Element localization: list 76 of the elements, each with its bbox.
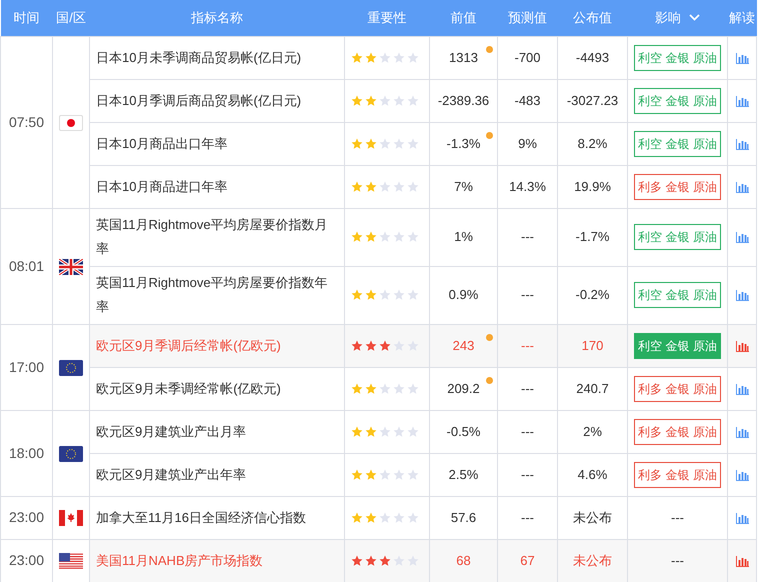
- column-header: 时间: [14, 10, 40, 25]
- column-header: 解读: [729, 10, 755, 25]
- bar-chart-icon[interactable]: [736, 290, 748, 302]
- actual-value: 未公布: [573, 552, 612, 568]
- previous-value: 243: [452, 338, 474, 353]
- column-header: 指标名称: [191, 10, 243, 25]
- forecast-value: ---: [521, 510, 534, 525]
- actual-value: -4493: [576, 50, 610, 65]
- previous-value: 1%: [454, 229, 473, 244]
- forecast-value: ---: [521, 287, 534, 302]
- impact-text: ---: [671, 552, 684, 568]
- time-label: 23:00: [8, 552, 44, 568]
- column-header: 预测值: [508, 10, 547, 25]
- impact-tag: 利空 金银 原油: [634, 44, 721, 70]
- actual-value: 8.2%: [578, 136, 608, 151]
- impact-tag: 利多 金银 原油: [634, 174, 721, 200]
- bar-chart-icon[interactable]: [736, 232, 748, 244]
- chevron-down-icon[interactable]: [689, 14, 700, 22]
- actual-value: 240.7: [576, 380, 609, 396]
- forecast-value: -700: [514, 50, 541, 65]
- impact-tag: 利空 金银 原油: [634, 282, 721, 308]
- previous-value: 68: [456, 552, 471, 568]
- actual-value: 19.9%: [574, 178, 611, 194]
- time-label: 07:50: [8, 114, 44, 130]
- time-label: 18:00: [8, 444, 44, 460]
- column-header: 影响: [655, 9, 681, 27]
- impact-tag: 利多 金银 原油: [634, 376, 721, 402]
- time-label: 17:00: [8, 358, 44, 374]
- time-label: 23:00: [8, 509, 44, 525]
- column-header: 重要性: [368, 10, 406, 25]
- actual-value: 2%: [583, 424, 602, 439]
- previous-value: 57.6: [450, 510, 476, 525]
- previous-value: 1313: [449, 50, 478, 65]
- impact-tag: 利空 金银 原油: [634, 130, 721, 156]
- forecast-value: ---: [521, 466, 534, 482]
- actual-value: 未公布: [573, 510, 612, 525]
- column-header: 国/区: [56, 10, 86, 25]
- bar-chart-icon[interactable]: [736, 182, 748, 193]
- bar-chart-icon[interactable]: [736, 426, 748, 438]
- forecast-value: ---: [521, 424, 534, 439]
- bar-chart-icon[interactable]: [736, 138, 748, 150]
- impact-tag: 利空 金银 原油: [634, 88, 721, 114]
- forecast-value: ---: [521, 229, 534, 244]
- forecast-value: ---: [521, 338, 534, 353]
- bar-chart-icon[interactable]: [736, 96, 748, 107]
- previous-value: 209.2: [447, 380, 480, 396]
- forecast-value: -483: [514, 92, 541, 108]
- forecast-value: 14.3%: [509, 178, 546, 194]
- actual-value: -0.2%: [576, 287, 610, 302]
- forecast-value: 9%: [518, 136, 537, 151]
- bar-chart-icon[interactable]: [736, 556, 748, 567]
- forecast-value: ---: [521, 380, 534, 396]
- bar-chart-icon[interactable]: [736, 340, 748, 352]
- impact-tag: 利空 金银 原油: [634, 332, 721, 358]
- previous-value: -2389.36: [438, 92, 490, 108]
- actual-value: 4.6%: [578, 466, 608, 482]
- previous-value: -0.5%: [446, 424, 480, 439]
- bar-chart-icon[interactable]: [736, 384, 748, 395]
- impact-tag: 利空 金银 原油: [634, 224, 721, 250]
- actual-value: -3027.23: [566, 92, 618, 108]
- bar-chart-icon[interactable]: [736, 512, 748, 524]
- previous-value: -1.3%: [446, 136, 480, 151]
- time-label: 08:01: [8, 258, 44, 274]
- forecast-value: 67: [520, 552, 535, 568]
- column-header: 公布值: [573, 10, 612, 25]
- previous-value: 0.9%: [448, 287, 478, 302]
- column-header: 前值: [450, 10, 476, 25]
- bar-chart-icon[interactable]: [736, 52, 748, 64]
- previous-value: 2.5%: [448, 466, 478, 482]
- impact-tag: 利多 金银 原油: [634, 418, 721, 444]
- previous-value: 7%: [454, 178, 473, 194]
- impact-text: ---: [671, 510, 684, 525]
- actual-value: 170: [582, 338, 604, 353]
- impact-tag: 利多 金银 原油: [634, 462, 721, 488]
- bar-chart-icon[interactable]: [736, 470, 748, 481]
- actual-value: -1.7%: [576, 229, 610, 244]
